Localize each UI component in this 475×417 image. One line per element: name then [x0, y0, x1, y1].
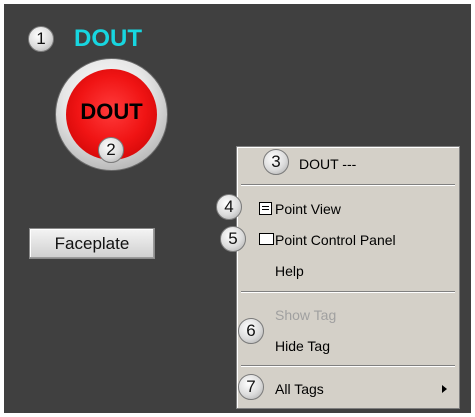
callout-7: 7	[238, 374, 264, 400]
menu-item-all-tags[interactable]: All Tags	[237, 377, 459, 401]
callout-3: 3	[263, 149, 289, 175]
menu-item-point-view[interactable]: Point View	[237, 197, 459, 221]
menu-item-hide-tag[interactable]: Hide Tag	[237, 334, 459, 358]
dout-indicator-label: DOUT	[80, 98, 143, 124]
menu-item-point-control-panel[interactable]: Point Control Panel	[237, 228, 459, 252]
faceplate-button[interactable]: Faceplate	[29, 228, 155, 259]
context-menu: DOUT --- Point View Point Control Panel …	[236, 146, 460, 409]
chevron-right-icon	[442, 385, 447, 393]
menu-item-help[interactable]: Help	[237, 259, 459, 283]
menu-separator	[241, 184, 455, 186]
callout-2: 2	[98, 137, 124, 163]
callout-6: 6	[238, 318, 264, 344]
list-window-icon	[259, 202, 272, 215]
menu-separator	[241, 291, 455, 293]
menu-separator	[241, 365, 455, 367]
menu-header-label: DOUT ---	[299, 156, 357, 172]
callout-1: 1	[28, 26, 54, 52]
menu-item-show-tag: Show Tag	[275, 307, 337, 323]
callout-4: 4	[216, 194, 242, 220]
tag-name-label: DOUT	[74, 25, 142, 52]
callout-5: 5	[220, 226, 246, 252]
panel-window-icon	[259, 233, 274, 245]
hmi-display: 1 DOUT DOUT 2 Faceplate DOUT --- Point V…	[4, 4, 471, 413]
